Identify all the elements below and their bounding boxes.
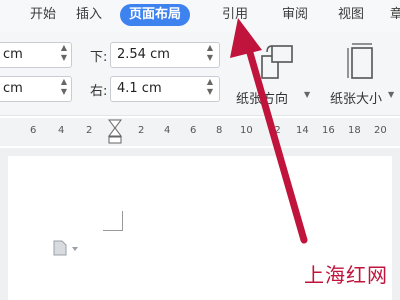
- tab-references[interactable]: 引用: [222, 4, 248, 26]
- watermark-text: 上海红网: [304, 263, 388, 287]
- ruler-tick-label: 18: [348, 125, 361, 136]
- spin-down-icon[interactable]: ▼: [58, 53, 70, 63]
- right-margin-spinner[interactable]: ▲ ▼: [204, 77, 216, 99]
- spin-up-icon[interactable]: ▲: [204, 43, 216, 53]
- ruler-tick-label: 12: [268, 125, 281, 136]
- ruler-tick-label: 2: [86, 125, 93, 136]
- indent-marker-icon[interactable]: [108, 118, 122, 146]
- ruler-tick-label: 8: [216, 125, 223, 136]
- right-margin-field: 右: 4.1 cm ▲ ▼: [90, 76, 220, 102]
- spin-up-icon[interactable]: ▲: [58, 43, 70, 53]
- spin-down-icon[interactable]: ▼: [204, 53, 216, 63]
- tab-page-layout[interactable]: 页面布局: [120, 4, 191, 26]
- horizontal-ruler[interactable]: 6 4 2 2 4 6 8 10 12 14 16 18 20: [0, 118, 400, 146]
- paper-size-icon: [347, 43, 373, 79]
- tab-insert[interactable]: 插入: [76, 4, 102, 26]
- tab-view[interactable]: 视图: [338, 4, 364, 26]
- ruler-tick-label: 16: [322, 125, 335, 136]
- ruler-tick-label: 10: [240, 125, 253, 136]
- left-margin-field: cm ▲ ▼: [0, 76, 76, 102]
- ruler-tick-label: 14: [296, 125, 309, 136]
- tab-chapter[interactable]: 章: [390, 4, 400, 26]
- ruler-tick-label: 20: [374, 125, 387, 136]
- spin-up-icon[interactable]: ▲: [204, 77, 216, 87]
- paper-size-label: 纸张大小: [330, 92, 383, 107]
- spin-down-icon[interactable]: ▼: [204, 87, 216, 97]
- orientation-icon: [261, 45, 293, 79]
- spin-up-icon[interactable]: ▲: [58, 77, 70, 87]
- ruler-tick-label: 2: [138, 125, 145, 136]
- chevron-down-icon: ▼: [388, 90, 395, 99]
- ruler-tick-label: 6: [30, 125, 37, 136]
- top-margin-unit: cm: [3, 47, 23, 62]
- margin-corner-mark: [103, 211, 123, 231]
- paper-size-button[interactable]: 纸张大小 ▼: [324, 40, 400, 114]
- orientation-button[interactable]: 纸张方向 ▼: [236, 40, 316, 114]
- chevron-down-icon: ▼: [304, 90, 311, 99]
- top-margin-field: cm ▲ ▼: [0, 42, 76, 68]
- bottom-margin-value: 2.54 cm: [117, 47, 170, 62]
- spin-down-icon[interactable]: ▼: [58, 87, 70, 97]
- orientation-label: 纸张方向: [236, 92, 289, 107]
- bottom-margin-field: 下: 2.54 cm ▲ ▼: [90, 42, 220, 68]
- left-margin-spinner[interactable]: ▲ ▼: [58, 77, 70, 99]
- tab-home[interactable]: 开始: [30, 4, 56, 26]
- ruler-tick-label: 4: [164, 125, 171, 136]
- bottom-margin-label: 下:: [90, 50, 108, 65]
- ribbon-tab-bar: 开始 插入 页面布局 引用 审阅 视图 章: [0, 0, 400, 32]
- top-margin-spinner[interactable]: ▲ ▼: [58, 43, 70, 65]
- ruler-tick-label: 6: [190, 125, 197, 136]
- ribbon-panel: cm ▲ ▼ cm ▲ ▼ 下: 2.54 cm ▲ ▼ 右: 4.1 cm ▲ ▼: [0, 32, 400, 116]
- ruler-tick-label: 4: [58, 125, 65, 136]
- tab-review[interactable]: 审阅: [282, 4, 308, 26]
- left-margin-unit: cm: [3, 81, 23, 96]
- paste-options-icon[interactable]: [52, 240, 82, 256]
- right-margin-label: 右:: [90, 84, 108, 99]
- right-margin-value: 4.1 cm: [117, 81, 162, 96]
- bottom-margin-spinner[interactable]: ▲ ▼: [204, 43, 216, 65]
